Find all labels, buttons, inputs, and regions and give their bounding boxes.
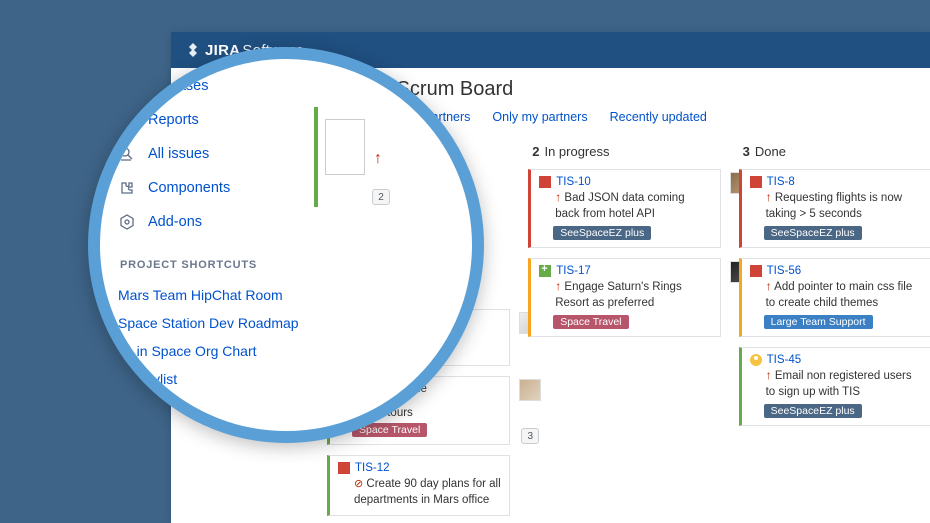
- card-tis-17[interactable]: TIS-17 ↑ Engage Saturn's Rings Resort as…: [528, 258, 720, 337]
- puzzle-icon: [118, 179, 136, 197]
- epic-tag[interactable]: SeeSpaceEZ plus: [764, 226, 862, 240]
- epic-tag[interactable]: Space Travel: [553, 315, 628, 329]
- bug-icon: [539, 176, 551, 188]
- ship-icon: [118, 77, 136, 95]
- card-accent: [314, 107, 318, 207]
- issue-key[interactable]: TIS-8: [767, 176, 795, 188]
- priority-high-icon: ↑: [766, 279, 772, 293]
- issue-key[interactable]: TIS-12: [355, 462, 390, 474]
- task-icon: [338, 462, 350, 474]
- column-header: 2 In progress: [528, 144, 720, 159]
- nav-label: Add-ons: [148, 214, 202, 230]
- shortcut-link[interactable]: fy Playlist: [118, 365, 320, 393]
- nav-reports[interactable]: Reports: [118, 103, 320, 137]
- card-tis-56[interactable]: TIS-56 ↑ Add pointer to main css file to…: [739, 258, 930, 337]
- priority-high-icon: ↑: [555, 190, 561, 204]
- nav-releases[interactable]: Releases: [118, 69, 320, 103]
- board-column-inprogress: 2 In progress TIS-10 ↑ Bad JSON data com…: [528, 144, 720, 516]
- filter-link[interactable]: Only my partners: [492, 110, 587, 124]
- nav-addons[interactable]: Add-ons: [118, 205, 320, 239]
- priority-high-icon: ↑: [766, 368, 772, 382]
- card-tis-10[interactable]: TIS-10 ↑ Bad JSON data coming back from …: [528, 169, 720, 248]
- priority-high-icon: ↑: [555, 279, 561, 293]
- story-icon: [539, 265, 551, 277]
- issue-key[interactable]: TIS-10: [556, 176, 591, 188]
- shortcut-link[interactable]: Mars Team HipChat Room: [118, 281, 320, 309]
- magnifier-overlay: Releases Reports All issues Components A…: [88, 47, 484, 443]
- issue-key[interactable]: TIS-45: [767, 354, 802, 366]
- epic-tag[interactable]: SeeSpaceEZ plus: [764, 404, 862, 418]
- idea-icon: [750, 354, 762, 366]
- nav-label: Components: [148, 180, 230, 196]
- nav-all-issues[interactable]: All issues: [118, 137, 320, 171]
- issue-key[interactable]: TIS-17: [556, 265, 591, 277]
- card-tis-8[interactable]: TIS-8 ↑ Requesting flights is now taking…: [739, 169, 930, 248]
- shortcuts-header: PROJECT SHORTCUTS: [120, 259, 320, 271]
- bug-icon: [750, 265, 762, 277]
- avatar: [519, 379, 541, 401]
- nav-label: Releases: [148, 78, 208, 94]
- card-tis-45[interactable]: TIS-45 ↑ Email non registered users to s…: [739, 347, 930, 426]
- project-sidebar: Releases Reports All issues Components A…: [100, 59, 320, 431]
- nav-label: All issues: [148, 146, 209, 162]
- bug-icon: [750, 176, 762, 188]
- nav-label: Reports: [148, 112, 199, 128]
- epic-tag[interactable]: Large Team Support: [764, 315, 873, 329]
- column-header: 3 Done: [739, 144, 930, 159]
- gear-hex-icon: [118, 213, 136, 231]
- subtask-count: 3: [521, 428, 539, 444]
- chart-icon: [118, 111, 136, 129]
- epic-tag[interactable]: SeeSpaceEZ plus: [553, 226, 651, 240]
- shortcut-link[interactable]: Space Station Dev Roadmap: [118, 309, 320, 337]
- nav-components[interactable]: Components: [118, 171, 320, 205]
- search-list-icon: [118, 145, 136, 163]
- card-tis-12[interactable]: TIS-12 ⊘ Create 90 day plans for all dep…: [327, 455, 510, 516]
- priority-high-icon: ↑: [766, 190, 772, 204]
- shortcut-link[interactable]: ns in Space Org Chart: [118, 337, 320, 365]
- card-placeholder: [325, 119, 365, 175]
- filter-link[interactable]: Recently updated: [610, 110, 707, 124]
- issue-key[interactable]: TIS-56: [767, 265, 802, 277]
- subtask-count: 2: [372, 189, 390, 205]
- board-column-done: 3 Done TIS-8 ↑ Requesting flights is now…: [739, 144, 930, 516]
